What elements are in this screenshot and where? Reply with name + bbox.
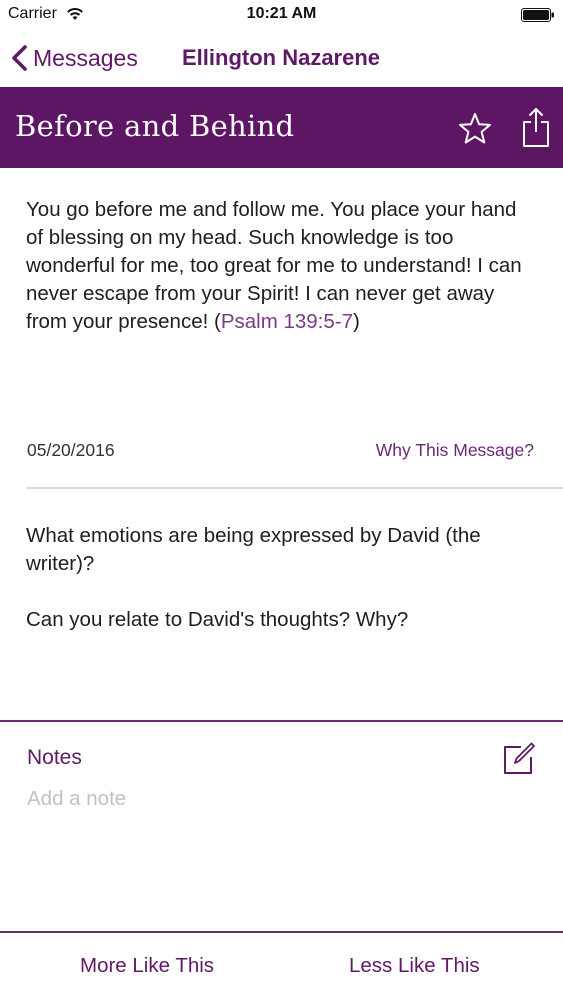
less-like-this-button[interactable]: Less Like This	[349, 954, 480, 978]
verse-text: You go before me and follow me. You plac…	[26, 196, 526, 336]
footer-divider	[0, 931, 563, 933]
back-button-label: Messages	[33, 44, 138, 71]
status-bar: Carrier 10:21 AM	[0, 0, 563, 30]
compose-icon[interactable]	[501, 740, 537, 776]
why-this-message-link[interactable]: Why This Message?	[376, 440, 534, 461]
back-button[interactable]: Messages	[10, 42, 138, 74]
navigation-bar: Messages Ellington Nazarene	[0, 30, 563, 86]
verse-close: )	[353, 310, 360, 333]
reflection-question-2: Can you relate to David's thoughts? Why?	[26, 608, 409, 631]
message-header: Before and Behind	[0, 87, 563, 168]
verse-reference-link[interactable]: Psalm 139:5-7	[221, 310, 353, 333]
more-like-this-button[interactable]: More Like This	[80, 954, 214, 978]
notes-label: Notes	[27, 746, 82, 769]
star-icon[interactable]	[457, 111, 493, 147]
nav-title: Ellington Nazarene	[182, 45, 381, 70]
battery-icon	[521, 8, 554, 22]
status-time: 10:21 AM	[246, 5, 317, 22]
section-divider	[27, 487, 563, 489]
message-date: 05/20/2016	[27, 440, 115, 460]
notes-top-divider	[0, 720, 563, 722]
add-note-input[interactable]	[27, 785, 497, 813]
reflection-question-1: What emotions are being expressed by Dav…	[26, 524, 481, 575]
share-icon[interactable]	[521, 106, 551, 148]
message-title: Before and Behind	[15, 109, 295, 143]
chevron-left-icon	[12, 45, 27, 71]
